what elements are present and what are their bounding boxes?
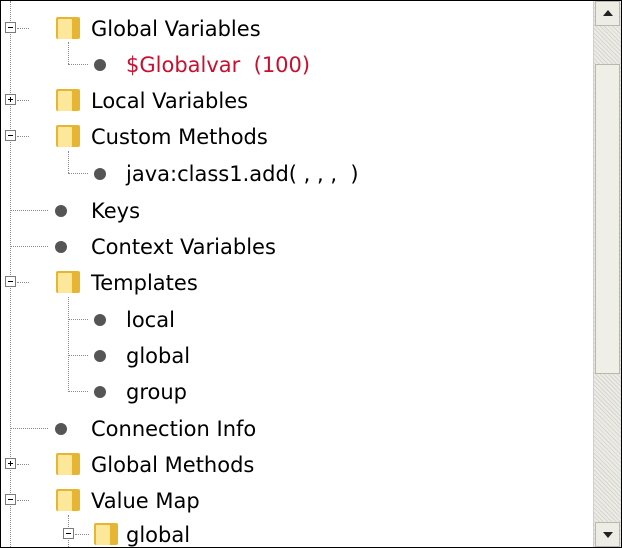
tree-connector xyxy=(10,428,48,429)
tree-item-label: Global Variables xyxy=(91,17,261,41)
tree-connector xyxy=(68,319,88,320)
tree-item-label: java:class1.add( , , , ) xyxy=(126,162,359,186)
tree-item-group[interactable]: group xyxy=(1,374,593,410)
tree-item-value-map-global[interactable]: global xyxy=(1,517,593,547)
minus-expander-icon[interactable] xyxy=(63,528,74,539)
tree-connector xyxy=(17,282,29,283)
tree-item-global-methods[interactable]: Global Methods xyxy=(1,447,593,483)
folder-icon xyxy=(56,89,80,111)
tree-item-label: global xyxy=(126,344,191,368)
tree-connector xyxy=(17,136,29,137)
plus-expander-icon[interactable] xyxy=(5,458,16,469)
minus-expander-icon[interactable] xyxy=(5,130,16,141)
tree-item-label: group xyxy=(126,380,187,404)
tree-item-global-variables[interactable]: Global Variables xyxy=(1,11,593,47)
minus-expander-icon[interactable] xyxy=(5,276,16,287)
minus-expander-icon[interactable] xyxy=(5,22,16,33)
tree-item-label: Custom Methods xyxy=(91,125,268,149)
bullet-icon xyxy=(55,241,67,253)
tree-connector xyxy=(68,64,88,65)
bullet-icon xyxy=(94,59,106,71)
bullet-icon xyxy=(94,314,106,326)
arrow-up-icon xyxy=(603,10,613,16)
bullet-icon xyxy=(94,168,106,180)
tree-connector xyxy=(75,534,89,535)
tree-item-globalvar[interactable]: $Globalvar (100) xyxy=(1,47,593,83)
folder-icon xyxy=(56,17,80,39)
tree-connector xyxy=(68,391,88,392)
vertical-scrollbar[interactable] xyxy=(593,1,621,547)
tree-item-label: Connection Info xyxy=(91,417,257,441)
tree-item-value-map[interactable]: Value Map xyxy=(1,483,593,519)
tree-view: Global Variables $Globalvar (100) Local … xyxy=(1,1,593,547)
tree-item-label: $Globalvar (100) xyxy=(126,53,311,77)
tree-connector xyxy=(10,210,48,211)
tree-item-custom-methods[interactable]: Custom Methods xyxy=(1,119,593,155)
folder-icon xyxy=(56,271,80,293)
tree-connector xyxy=(17,464,29,465)
tree-item-label: Keys xyxy=(91,199,141,223)
tree-item-templates[interactable]: Templates xyxy=(1,265,593,301)
bullet-icon xyxy=(94,386,106,398)
tree-connector xyxy=(17,100,29,101)
scroll-up-button[interactable] xyxy=(595,1,620,26)
tree-item-label: Context Variables xyxy=(91,235,276,259)
tree-connector xyxy=(10,246,48,247)
folder-icon xyxy=(56,489,80,511)
tree-connector xyxy=(17,500,29,501)
bullet-icon xyxy=(94,350,106,362)
tree-item-connection-info[interactable]: Connection Info xyxy=(1,411,593,447)
bullet-icon xyxy=(55,205,67,217)
tree-item-label: local xyxy=(126,308,175,332)
arrow-down-icon xyxy=(603,532,613,538)
tree-item-context-variables[interactable]: Context Variables xyxy=(1,229,593,265)
tree-item-label: Templates xyxy=(91,271,198,295)
minus-expander-icon[interactable] xyxy=(5,494,16,505)
tree-view-panel: Global Variables $Globalvar (100) Local … xyxy=(0,0,622,548)
folder-icon xyxy=(94,523,118,545)
tree-item-label: Value Map xyxy=(91,489,200,513)
folder-icon xyxy=(56,125,80,147)
tree-item-global[interactable]: global xyxy=(1,338,593,374)
tree-item-label: Local Variables xyxy=(91,89,249,113)
tree-item-local[interactable]: local xyxy=(1,302,593,338)
tree-connector xyxy=(68,355,88,356)
scrollbar-thumb[interactable] xyxy=(595,64,620,374)
tree-connector xyxy=(17,28,29,29)
bullet-icon xyxy=(55,423,67,435)
folder-icon xyxy=(56,453,80,475)
scroll-down-button[interactable] xyxy=(595,522,620,547)
plus-expander-icon[interactable] xyxy=(5,94,16,105)
tree-item-local-variables[interactable]: Local Variables xyxy=(1,83,593,119)
tree-item-keys[interactable]: Keys xyxy=(1,193,593,229)
tree-item-label: global xyxy=(126,523,191,547)
tree-item-java-class1-add[interactable]: java:class1.add( , , , ) xyxy=(1,156,593,192)
tree-connector xyxy=(68,173,88,174)
tree-item-label: Global Methods xyxy=(91,453,255,477)
